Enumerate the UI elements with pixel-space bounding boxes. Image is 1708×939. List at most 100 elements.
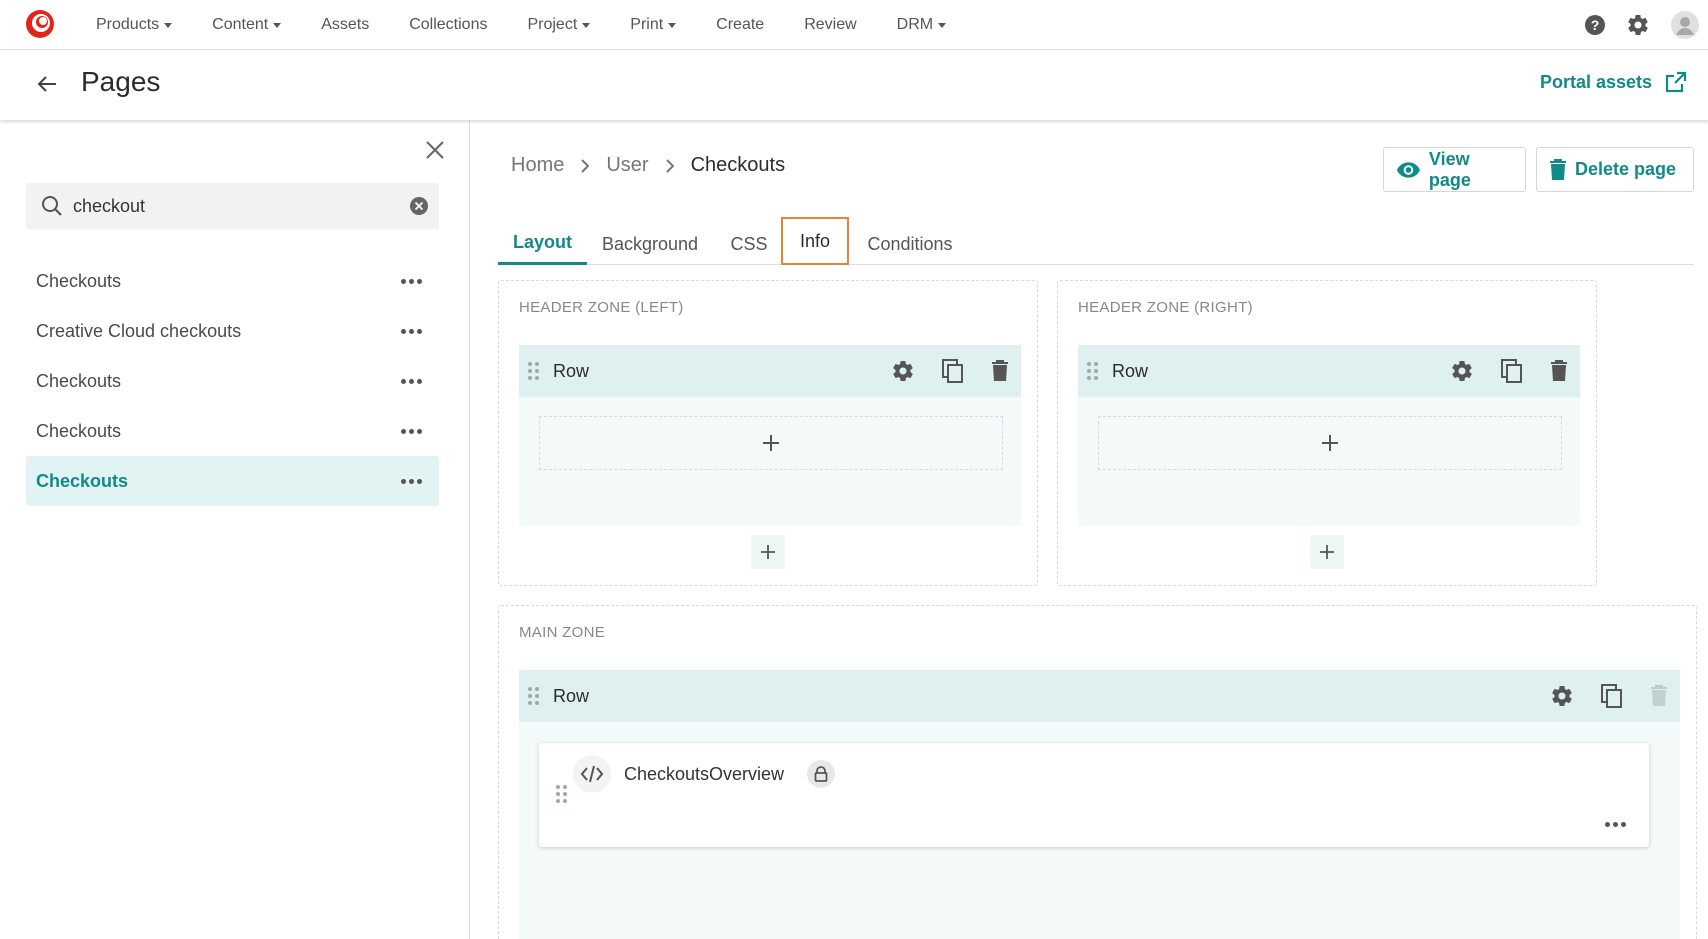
nav-products-label: Products	[96, 16, 160, 33]
chevron-down-icon	[273, 22, 282, 28]
portal-assets-link[interactable]: Portal assets	[1540, 70, 1688, 94]
view-page-button[interactable]: View page	[1383, 147, 1526, 192]
row-block: Row CheckoutsOverview	[519, 670, 1680, 939]
row-block: Row	[1078, 345, 1580, 526]
chevron-down-icon	[582, 22, 591, 28]
nav-print-label: Print	[630, 16, 664, 33]
pages-sidebar: Checkouts Creative Cloud checkouts Check…	[0, 120, 470, 939]
duplicate-icon[interactable]	[1600, 683, 1624, 709]
more-options-icon[interactable]	[394, 273, 429, 290]
trash-icon[interactable]	[1550, 360, 1568, 382]
external-link-icon	[1665, 71, 1687, 93]
tab-background[interactable]: Background	[589, 223, 711, 265]
chevron-down-icon	[938, 22, 947, 28]
add-row-button[interactable]	[751, 535, 785, 569]
breadcrumb: Home User Checkouts	[511, 154, 785, 177]
component-card[interactable]: CheckoutsOverview	[539, 743, 1649, 847]
settings-gear-icon[interactable]	[1626, 13, 1650, 37]
drag-handle-icon[interactable]	[528, 687, 539, 705]
plus-icon	[1320, 545, 1334, 559]
trash-icon[interactable]	[991, 360, 1009, 382]
delete-page-label: Delete page	[1575, 159, 1677, 179]
drag-handle-icon[interactable]	[1087, 362, 1098, 380]
duplicate-icon[interactable]	[941, 358, 965, 384]
list-item[interactable]: Checkouts	[26, 356, 439, 406]
page-title: Pages	[81, 66, 161, 97]
row-toolbar: Row	[1078, 345, 1580, 397]
row-toolbar: Row	[519, 670, 1680, 722]
list-item-label: Checkouts	[36, 420, 122, 441]
svg-text:?: ?	[1591, 17, 1600, 33]
more-options-icon[interactable]	[394, 423, 429, 440]
settings-gear-icon[interactable]	[891, 359, 915, 383]
help-icon[interactable]: ?	[1584, 14, 1606, 36]
nav-drm[interactable]: DRM	[897, 16, 947, 34]
search-input[interactable]	[73, 195, 393, 217]
more-options-icon[interactable]	[394, 323, 429, 340]
list-item-label: Checkouts	[36, 370, 122, 391]
add-component-area[interactable]	[539, 416, 1003, 470]
component-name: CheckoutsOverview	[624, 764, 785, 784]
tab-css[interactable]: CSS	[718, 223, 780, 265]
row-label: Row	[553, 685, 590, 706]
nav-create[interactable]: Create	[716, 16, 764, 34]
settings-gear-icon[interactable]	[1450, 359, 1474, 383]
plus-icon	[763, 435, 779, 451]
breadcrumb-current: Checkouts	[690, 154, 786, 176]
page-editor: Home User Checkouts View page Delete pag…	[471, 120, 1708, 939]
list-item-label: Checkouts	[36, 470, 129, 491]
portal-assets-label: Portal assets	[1539, 71, 1652, 92]
main-zone: MAIN ZONE Row CheckoutsOverview	[498, 605, 1697, 939]
nav-collections[interactable]: Collections	[409, 16, 487, 34]
close-icon[interactable]	[425, 140, 445, 160]
main-menu: Products Content Assets Collections Proj…	[96, 0, 986, 50]
lock-icon[interactable]	[807, 760, 835, 788]
app-logo[interactable]	[24, 8, 56, 40]
zone-label: MAIN ZONE	[519, 624, 606, 641]
nav-project-label: Project	[527, 16, 578, 33]
list-item[interactable]: Checkouts	[26, 256, 439, 306]
clear-search-icon[interactable]	[409, 196, 429, 216]
row-actions	[1524, 670, 1668, 722]
breadcrumb-user[interactable]: User	[606, 154, 648, 177]
list-item-label: Creative Cloud checkouts	[36, 320, 242, 341]
nav-create-label: Create	[716, 16, 765, 33]
nav-collections-label: Collections	[409, 16, 488, 33]
trash-icon	[1550, 158, 1566, 180]
back-arrow-icon[interactable]	[36, 73, 58, 95]
nav-assets[interactable]: Assets	[321, 16, 369, 34]
duplicate-icon[interactable]	[1500, 358, 1524, 384]
row-actions	[865, 345, 1009, 397]
breadcrumb-home[interactable]: Home	[511, 154, 564, 177]
more-options-icon[interactable]	[394, 473, 429, 490]
add-component-area[interactable]	[1098, 416, 1562, 470]
tab-conditions[interactable]: Conditions	[858, 223, 962, 265]
top-right-actions: ?	[1564, 0, 1708, 50]
delete-page-button[interactable]: Delete page	[1536, 147, 1694, 192]
tab-info[interactable]: Info	[781, 217, 849, 265]
row-actions	[1424, 345, 1568, 397]
header-zone-right: HEADER ZONE (RIGHT) Row	[1057, 280, 1597, 586]
list-item[interactable]: Checkouts	[26, 406, 439, 456]
list-item-selected[interactable]: Checkouts	[26, 456, 439, 506]
nav-project[interactable]: Project	[527, 16, 591, 34]
zone-label: HEADER ZONE (RIGHT)	[1078, 299, 1253, 316]
nav-assets-label: Assets	[321, 16, 370, 33]
search-box	[26, 183, 439, 229]
header-zone-left: HEADER ZONE (LEFT) Row	[498, 280, 1038, 586]
user-avatar-icon[interactable]	[1670, 10, 1700, 40]
settings-gear-icon[interactable]	[1550, 684, 1574, 708]
add-row-button[interactable]	[1310, 535, 1344, 569]
drag-handle-icon[interactable]	[556, 785, 567, 803]
nav-review[interactable]: Review	[804, 16, 856, 34]
list-item[interactable]: Creative Cloud checkouts	[26, 306, 439, 356]
drag-handle-icon[interactable]	[528, 362, 539, 380]
nav-products[interactable]: Products	[96, 16, 173, 34]
chevron-right-icon	[665, 158, 675, 174]
more-options-icon[interactable]	[394, 373, 429, 390]
tab-layout[interactable]: Layout	[498, 223, 587, 265]
nav-content[interactable]: Content	[212, 16, 282, 34]
code-icon	[573, 755, 611, 793]
more-options-icon[interactable]	[1598, 816, 1633, 833]
nav-print[interactable]: Print	[630, 16, 677, 34]
